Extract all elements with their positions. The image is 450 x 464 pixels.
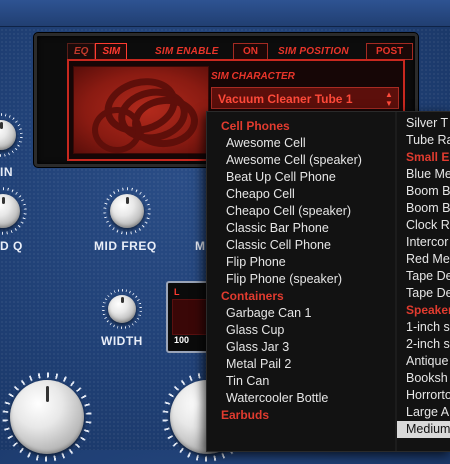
menu-item[interactable]: Cheapo Cell [207, 186, 395, 203]
freq-q-knob-label: D Q [0, 239, 23, 253]
sim-enable-toggle[interactable]: ON [233, 43, 268, 60]
menu-item[interactable]: Glass Cup [207, 322, 395, 339]
menu-item[interactable]: Flip Phone (speaker) [207, 271, 395, 288]
large-knob-left[interactable] [10, 380, 84, 454]
menu-category-header: Speaker [406, 303, 450, 317]
sim-character-dropdown-menu: Cell Phones Awesome Cell Awesome Cell (spe… [206, 111, 450, 452]
menu-item[interactable]: Blue Me [397, 166, 450, 183]
partial-knob-label: M [195, 239, 206, 253]
top-panel-band [0, 0, 450, 27]
sim-position-label: SIM POSITION [278, 46, 349, 57]
sim-position-toggle[interactable]: POST [366, 43, 414, 60]
menu-category-header: Small E [406, 150, 450, 164]
mid-freq-knob-label: MID FREQ [94, 239, 157, 253]
input-knob-label: IN [0, 165, 13, 179]
menu-item[interactable]: Boom B [397, 200, 450, 217]
tab-sim[interactable]: SIM [95, 43, 128, 59]
menu-item[interactable]: Watercooler Bottle [207, 390, 395, 407]
width-knob[interactable] [108, 295, 136, 323]
meter-value: 100 [174, 335, 190, 345]
menu-item[interactable]: Large A [397, 404, 450, 421]
menu-item[interactable]: 1-inch s [397, 319, 450, 336]
menu-item[interactable]: Tin Can [207, 373, 395, 390]
menu-item[interactable]: Intercor [397, 234, 450, 251]
menu-item[interactable]: Tape De [397, 268, 450, 285]
menu-item[interactable]: Awesome Cell [207, 135, 395, 152]
mid-freq-knob[interactable] [110, 194, 144, 228]
menu-item[interactable]: Cheapo Cell (speaker) [207, 203, 395, 220]
width-knob-label: WIDTH [101, 334, 143, 348]
menu-item[interactable]: Red Me [397, 251, 450, 268]
spin-arrows-icon[interactable]: ▲ ▼ [383, 90, 395, 108]
menu-item[interactable]: 2-inch s [397, 336, 450, 353]
menu-category-header: Cell Phones [221, 119, 290, 133]
menu-item[interactable]: Silver T [397, 115, 450, 132]
menu-item[interactable]: Tape De [397, 285, 450, 302]
sim-character-select[interactable]: Vacuum Cleaner Tube 1 ▲ ▼ [211, 87, 399, 109]
menu-item[interactable]: Antique [397, 353, 450, 370]
menu-item[interactable]: Beat Up Cell Phone [207, 169, 395, 186]
menu-item[interactable]: Flip Phone [207, 254, 395, 271]
sim-enable-label: SIM ENABLE [155, 46, 219, 57]
menu-column-1: Cell Phones Awesome Cell Awesome Cell (spe… [207, 112, 395, 424]
menu-item[interactable]: Clock R [397, 217, 450, 234]
menu-item[interactable]: Metal Pail 2 [207, 356, 395, 373]
menu-item[interactable]: Awesome Cell (speaker) [207, 152, 395, 169]
sim-character-label: SIM CHARACTER [211, 71, 295, 82]
menu-item[interactable]: Boom B [397, 183, 450, 200]
menu-item[interactable]: Glass Jar 3 [207, 339, 395, 356]
sim-character-image [73, 66, 209, 154]
display-tabs: EQ SIM [67, 43, 128, 59]
menu-category-header: Earbuds [221, 408, 270, 422]
menu-item[interactable]: Tube Ra [397, 132, 450, 149]
menu-item[interactable]: Medium [397, 421, 450, 438]
sim-character-value: Vacuum Cleaner Tube 1 [218, 92, 353, 106]
meter-channel-label: L [174, 287, 180, 297]
menu-item[interactable]: Horrorto [397, 387, 450, 404]
tab-eq[interactable]: EQ [67, 43, 96, 59]
menu-item[interactable]: Classic Bar Phone [207, 220, 395, 237]
menu-item[interactable]: Booksh [397, 370, 450, 387]
menu-column-2: Silver T Tube Ra Small E Blue Me Boom B Boom … [397, 112, 450, 438]
menu-item[interactable]: Garbage Can 1 [207, 305, 395, 322]
menu-category-header: Containers [221, 289, 284, 303]
menu-item[interactable]: Classic Cell Phone [207, 237, 395, 254]
